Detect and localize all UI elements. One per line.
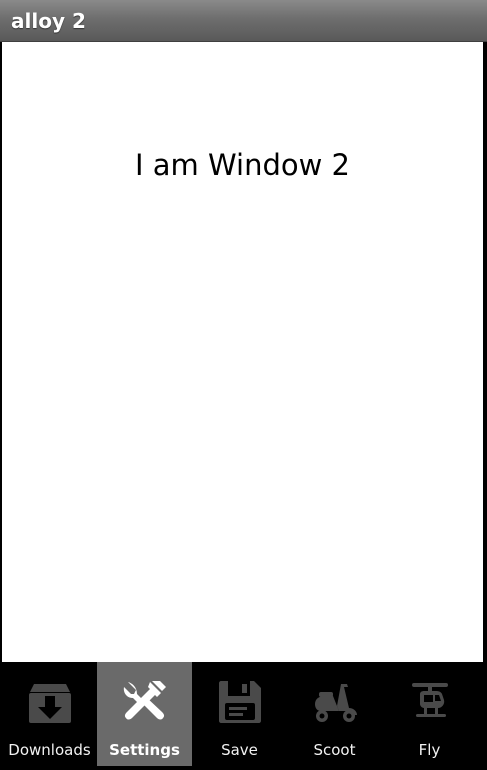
app-title: alloy 2 — [11, 9, 86, 33]
tab-settings[interactable]: Settings — [97, 662, 192, 766]
tab-label: Scoot — [313, 741, 356, 759]
tab-save[interactable]: Save — [192, 662, 287, 766]
window-frame-edge — [483, 42, 487, 770]
tab-bar: Downloads Settings Save Scoot Fly — [2, 662, 476, 766]
title-bar: alloy 2 — [0, 0, 487, 42]
download-box-icon — [26, 678, 74, 726]
wrench-hammer-icon — [121, 678, 169, 726]
tab-label: Fly — [418, 741, 441, 759]
tab-label: Downloads — [8, 741, 91, 759]
helicopter-icon — [406, 678, 454, 726]
tab-downloads[interactable]: Downloads — [2, 662, 97, 766]
window-label: I am Window 2 — [134, 148, 351, 182]
floppy-disk-icon — [216, 678, 264, 726]
scooter-icon — [311, 678, 359, 726]
window-content: I am Window 2 — [2, 42, 483, 662]
tab-fly[interactable]: Fly — [382, 662, 477, 766]
app-screen: alloy 2 I am Window 2 Downloads Settings… — [0, 0, 487, 770]
tab-label: Save — [221, 741, 258, 759]
tab-label: Settings — [109, 741, 180, 759]
tab-scoot[interactable]: Scoot — [287, 662, 382, 766]
